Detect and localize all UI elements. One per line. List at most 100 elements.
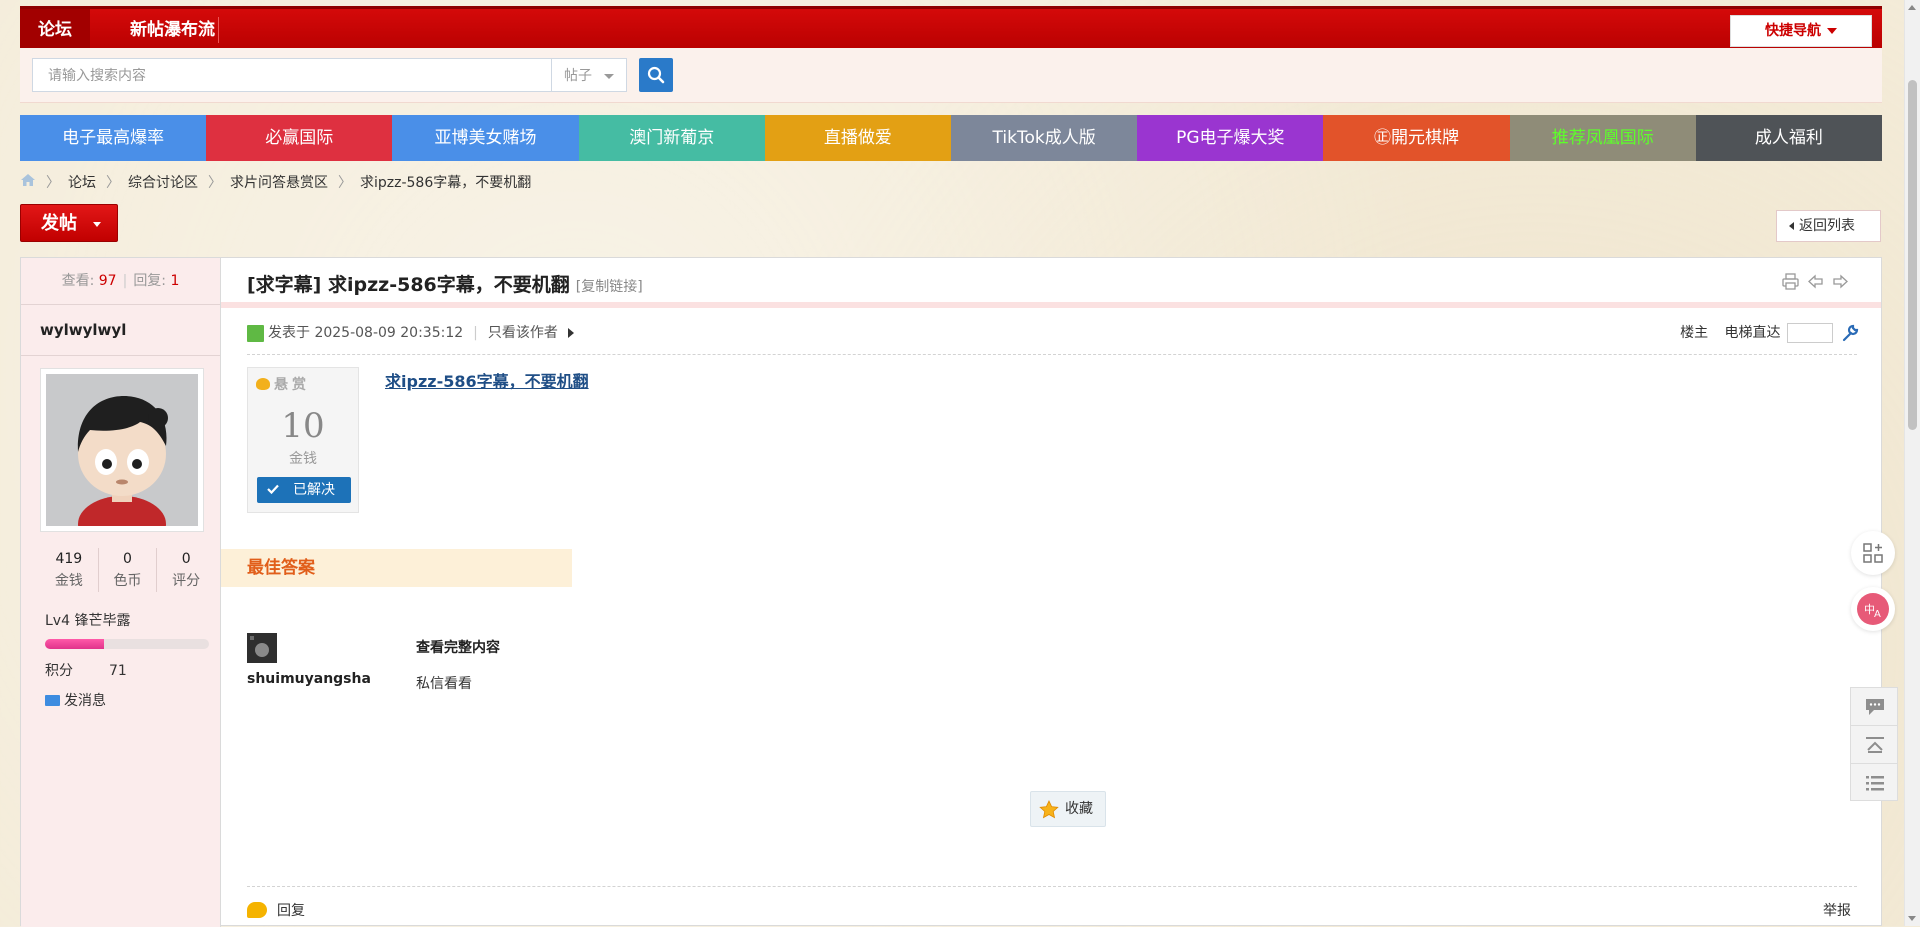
credit-money[interactable]: 419 金钱 — [40, 548, 99, 592]
reward-box: 悬赏 10 金钱 已解决 — [247, 367, 359, 513]
nav-item-forum[interactable]: 论坛 — [20, 9, 90, 51]
ad-link[interactable]: 电子最高爆率 — [20, 115, 207, 161]
answer-username[interactable]: shuimuyangsha — [247, 671, 371, 687]
back-to-top-button[interactable] — [1851, 726, 1897, 764]
credit-label: 色币 — [113, 573, 142, 589]
views-count: 97 — [98, 273, 117, 289]
credit-coins[interactable]: 0 色币 — [99, 548, 158, 592]
answer-view-full[interactable]: 查看完整内容 — [416, 637, 500, 657]
breadcrumb-current[interactable]: 求ipzz-586字幕，不要机翻 — [360, 175, 531, 191]
mail-icon — [45, 695, 60, 706]
page-scrollbar[interactable] — [1904, 0, 1920, 926]
user-level: Lv4 锋芒毕露 — [45, 613, 131, 629]
credit-value: 419 — [55, 551, 83, 567]
ad-link[interactable]: 澳门新葡京 — [578, 115, 765, 161]
svg-text:A: A — [1874, 609, 1881, 620]
best-answer-label: 最佳答案 — [247, 558, 315, 578]
level-progress-bar — [45, 639, 209, 649]
translate-icon: 中A — [1857, 593, 1889, 625]
wrench-icon[interactable] — [1841, 324, 1859, 342]
elevator-label: 电梯直达 — [1724, 325, 1781, 341]
thread-title: [求字幕] 求ipzz-586字幕，不要机翻 — [247, 274, 570, 296]
breadcrumb-separator: 〉 — [106, 175, 120, 191]
prev-thread-icon[interactable] — [1807, 273, 1824, 290]
ad-link[interactable]: 亚博美女赌场 — [392, 115, 579, 161]
ad-link[interactable]: TikTok成人版 — [951, 115, 1138, 161]
search-bar: 请输入搜索内容 帖子 — [20, 48, 1882, 103]
author-sidebar: 查看: 97 | 回复: 1 wylwylwyl 419 金钱 0 色币 0 评… — [21, 258, 221, 927]
search-type-select[interactable]: 帖子 — [552, 58, 627, 92]
quick-nav-button[interactable]: 快捷导航 — [1730, 15, 1872, 47]
views-label: 查看: — [61, 273, 95, 289]
ad-link[interactable]: 直播做爱 — [764, 115, 952, 161]
nav-divider — [218, 17, 219, 43]
send-message-link[interactable]: 发消息 — [45, 690, 106, 710]
next-thread-icon[interactable] — [1832, 273, 1849, 290]
avatar[interactable] — [40, 368, 204, 532]
ad-link[interactable]: PG电子爆大奖 — [1137, 115, 1324, 161]
thread-title-row: [求字幕] 求ipzz-586字幕，不要机翻 [复制链接] — [247, 270, 643, 297]
floor-jump-input[interactable] — [1786, 323, 1833, 343]
ad-link-bar: 电子最高爆率 必赢国际 亚博美女赌场 澳门新葡京 直播做爱 TikTok成人版 … — [20, 115, 1883, 161]
reward-header: 悬赏 — [256, 374, 310, 394]
chevron-down-icon — [93, 222, 101, 227]
points-label: 积分 — [45, 663, 73, 679]
solved-label: 已解决 — [293, 482, 335, 498]
search-input[interactable]: 请输入搜索内容 — [32, 58, 552, 92]
search-type-value: 帖子 — [564, 68, 592, 84]
list-button[interactable] — [1851, 764, 1897, 801]
report-link[interactable]: 举报 — [1823, 900, 1851, 920]
footer-divider-line — [247, 886, 1857, 887]
thread-tools — [1782, 273, 1849, 290]
back-to-list-label: 返回列表 — [1799, 218, 1855, 234]
grid-add-icon — [1863, 543, 1883, 563]
ad-link[interactable]: ㊣開元棋牌 — [1323, 115, 1510, 161]
breadcrumb-item[interactable]: 求片问答悬赏区 — [230, 175, 328, 191]
meta-divider: | — [473, 325, 478, 341]
ad-link[interactable]: 推荐凤凰国际 — [1509, 115, 1696, 161]
credit-value: 0 — [123, 551, 132, 567]
favorite-button[interactable]: 收藏 — [1030, 791, 1106, 827]
level-progress-fill — [45, 639, 105, 649]
breadcrumb: 〉论坛〉综合讨论区〉求片问答悬赏区〉求ipzz-586字幕，不要机翻 — [20, 172, 537, 194]
grid-add-button[interactable] — [1851, 531, 1895, 575]
print-icon[interactable] — [1782, 273, 1799, 290]
search-button[interactable] — [639, 58, 673, 92]
new-post-button[interactable]: 发帖 — [20, 204, 118, 242]
reward-thread-link[interactable]: 求ipzz-586字幕，不要机翻 — [385, 368, 589, 392]
breadcrumb-separator: 〉 — [208, 175, 222, 191]
credit-rating[interactable]: 0 评分 — [157, 548, 215, 592]
breadcrumb-item[interactable]: 论坛 — [68, 175, 96, 191]
comment-button[interactable] — [1851, 688, 1897, 726]
scroll-down-icon[interactable] — [1908, 916, 1916, 921]
author-username[interactable]: wylwylwyl — [21, 305, 220, 356]
nav-item-waterfall[interactable]: 新帖瀑布流 — [112, 9, 233, 51]
reward-unit: 金钱 — [289, 451, 317, 467]
scroll-thumb[interactable] — [1908, 80, 1917, 430]
thread-stats: 查看: 97 | 回复: 1 — [21, 258, 220, 305]
only-author-link[interactable]: 只看该作者 — [488, 325, 558, 341]
back-to-top-icon — [1866, 737, 1884, 753]
back-to-list-button[interactable]: 返回列表 — [1776, 210, 1881, 242]
post-meta: 发表于 2025-08-09 20:35:12 | 只看该作者 — [247, 322, 574, 344]
breadcrumb-separator: 〉 — [338, 175, 352, 191]
side-toolbar — [1850, 687, 1898, 801]
send-message-label: 发消息 — [64, 693, 106, 709]
copy-link-button[interactable]: [复制链接] — [576, 279, 643, 295]
coin-icon — [256, 378, 270, 390]
ad-link[interactable]: 成人福利 — [1695, 115, 1883, 161]
home-icon[interactable] — [20, 172, 36, 194]
translate-button[interactable]: 中A — [1851, 587, 1895, 631]
credit-label: 金钱 — [54, 573, 83, 589]
scroll-up-icon[interactable] — [1908, 5, 1916, 10]
search-placeholder: 请输入搜索内容 — [48, 68, 146, 84]
breadcrumb-item[interactable]: 综合讨论区 — [128, 175, 198, 191]
list-icon — [1866, 776, 1884, 791]
best-answer-header: 最佳答案 — [221, 549, 591, 587]
reply-button[interactable]: 回复 — [247, 900, 305, 920]
author-credits: 419 金钱 0 色币 0 评分 — [40, 548, 215, 592]
ad-link[interactable]: 必赢国际 — [206, 115, 393, 161]
comment-icon — [1866, 699, 1884, 715]
breadcrumb-separator: 〉 — [46, 175, 60, 191]
answer-avatar[interactable] — [247, 633, 277, 663]
